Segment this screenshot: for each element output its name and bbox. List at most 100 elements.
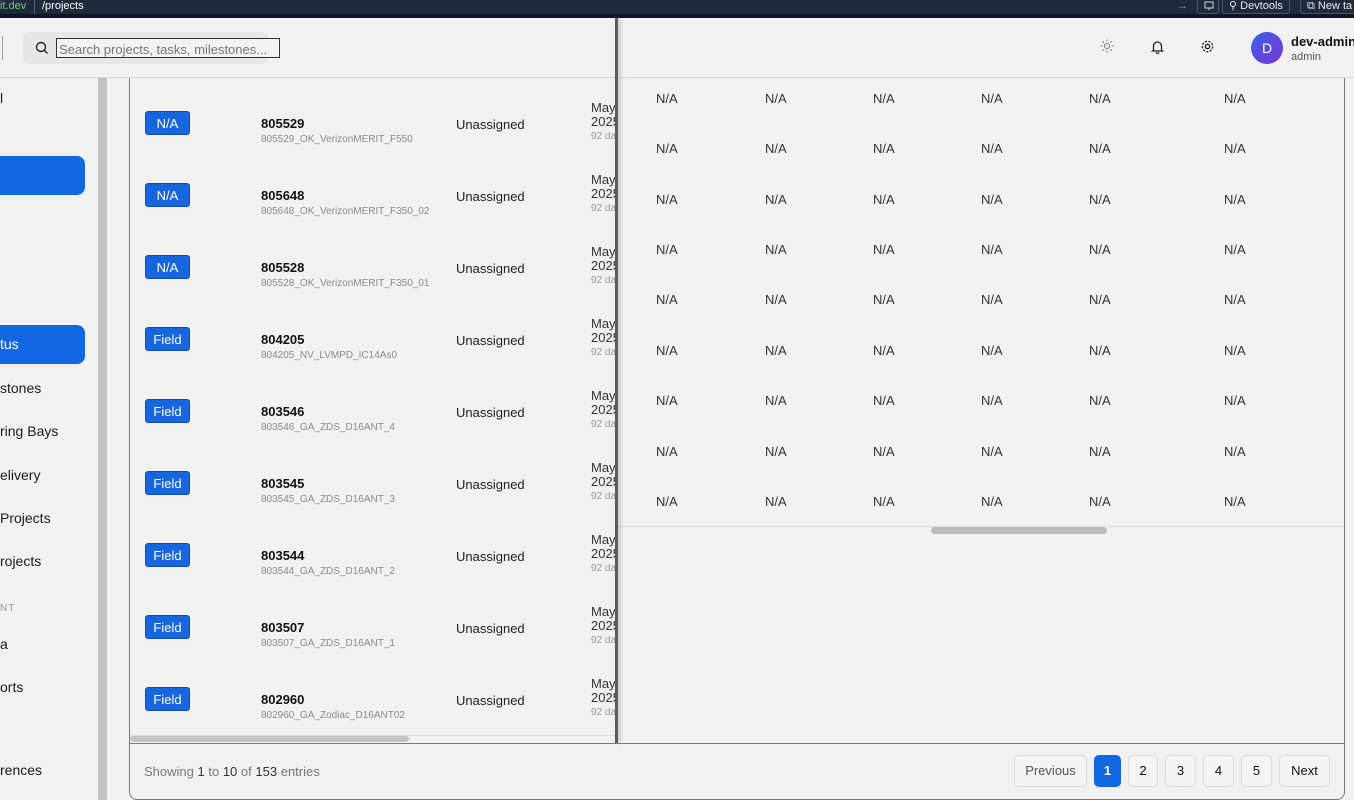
page-button-1[interactable]: 1 <box>1094 755 1121 787</box>
date-year: 2025 <box>591 474 616 489</box>
url-path[interactable]: /projects <box>42 0 84 12</box>
table-row[interactable]: Field 803544 803544_GA_ZDS_D16ANT_2 Unassig… <box>130 520 616 592</box>
sidebar-item-projects[interactable] <box>0 156 85 195</box>
table-row[interactable]: N/A 805528 805528_OK_VerizonMERIT_F350_01 U… <box>130 232 616 304</box>
table-cell: N/A <box>1224 141 1246 156</box>
status-badge[interactable]: Field <box>145 471 190 495</box>
table-cell: N/A <box>1224 343 1246 358</box>
devtools-button[interactable]: ⚲ Devtools <box>1222 0 1290 14</box>
page-button-5[interactable]: 5 <box>1241 755 1272 787</box>
screen-icon[interactable] <box>1197 0 1219 14</box>
status-badge[interactable]: Field <box>145 543 190 567</box>
page-button-4[interactable]: 4 <box>1203 755 1234 787</box>
search-box[interactable] <box>23 32 280 64</box>
assignee: Unassigned <box>456 261 525 276</box>
table-cell: N/A <box>1089 343 1111 358</box>
showing-to-word: to <box>208 764 220 779</box>
pane-splitter[interactable] <box>615 18 618 743</box>
status-badge[interactable]: N/A <box>145 255 190 279</box>
project-name: 803545_GA_ZDS_D16ANT_3 <box>261 494 395 505</box>
page-button-2[interactable]: 2 <box>1128 755 1158 787</box>
table-row[interactable]: Field 802960 802960_GA_Zodiac_D16ANT02 Unas… <box>130 664 616 736</box>
table-right-pane: N/A N/A N/A N/A N/A N/A N/A N/A N/A N/A N/A N/A N/A N… <box>618 78 1344 528</box>
table-row[interactable]: Field 803507 803507_GA_ZDS_D16ANT_1 Unassig… <box>130 592 616 664</box>
sidebar-item-milestones[interactable]: stones <box>0 380 41 396</box>
url-host[interactable]: it.dev <box>0 0 26 12</box>
date-age: 92 da <box>591 563 616 574</box>
new-tab-button[interactable]: ⧉ New ta <box>1300 0 1354 14</box>
table-cell: N/A <box>765 192 787 207</box>
sidebar-item-label: tus <box>0 336 19 352</box>
project-name: 805648_OK_VerizonMERIT_F350_02 <box>261 206 430 217</box>
avatar[interactable]: D <box>1251 32 1283 64</box>
assignee: Unassigned <box>456 693 525 708</box>
sidebar-item-preferences[interactable]: rences <box>0 762 42 778</box>
sidebar-item-delivery[interactable]: elivery <box>0 467 40 483</box>
date-year: 2025 <box>591 258 616 273</box>
table-cell: N/A <box>656 494 678 509</box>
status-badge[interactable]: N/A <box>145 111 190 135</box>
table-cell: N/A <box>873 292 895 307</box>
next-page-button[interactable]: Next <box>1279 755 1330 787</box>
table-cell: N/A <box>765 292 787 307</box>
status-badge[interactable]: Field <box>145 327 190 351</box>
app-header: D dev-admin admin <box>0 18 1354 78</box>
showing-of-word: of <box>240 764 252 779</box>
sun-icon[interactable] <box>1100 39 1116 55</box>
project-id[interactable]: 803507 <box>261 620 304 635</box>
project-id[interactable]: 805529 <box>261 116 304 131</box>
project-name: 802960_GA_Zodiac_D16ANT02 <box>261 710 405 721</box>
project-id[interactable]: 803545 <box>261 476 304 491</box>
gear-icon[interactable] <box>1200 39 1216 55</box>
project-id[interactable]: 804205 <box>261 332 304 347</box>
right-horizontal-scrollbar[interactable] <box>931 527 1107 534</box>
page-button-3[interactable]: 3 <box>1165 755 1196 787</box>
search-input[interactable] <box>56 38 280 58</box>
sidebar-item-projects-2[interactable]: Projects <box>0 510 51 526</box>
table-cell: N/A <box>656 343 678 358</box>
table-cell: N/A <box>1089 192 1111 207</box>
table-row[interactable]: N/A 805648 805648_OK_VerizonMERIT_F350_02 U… <box>130 160 616 232</box>
sidebar-item-bays[interactable]: ring Bays <box>0 423 58 439</box>
user-name[interactable]: dev-admin <box>1291 34 1354 49</box>
table-cell: N/A <box>1224 192 1246 207</box>
table-row[interactable]: N/A 805529 805529_OK_VerizonMERIT_F550 Unas… <box>130 88 616 160</box>
date-age: 92 da <box>591 635 616 646</box>
previous-page-button[interactable]: Previous <box>1014 755 1087 787</box>
table-row[interactable]: Field 803545 803545_GA_ZDS_D16ANT_3 Unassig… <box>130 448 616 520</box>
sidebar-item-projects-3[interactable]: rojects <box>0 553 41 569</box>
sidebar-item-status[interactable]: tus <box>0 325 85 364</box>
sidebar-item-reports[interactable]: orts <box>0 679 23 695</box>
date-age: 92 da <box>591 203 616 214</box>
footer-divider <box>130 743 1344 744</box>
table-cell: N/A <box>765 494 787 509</box>
showing-prefix: Showing <box>144 764 194 779</box>
date-month: May <box>591 316 616 331</box>
sidebar-item-dashboard[interactable]: l <box>0 90 3 106</box>
header-divider <box>2 36 3 60</box>
project-id[interactable]: 805528 <box>261 260 304 275</box>
sidebar: l tus stones ring Bays elivery Projects … <box>0 78 107 800</box>
status-badge[interactable]: Field <box>145 615 190 639</box>
project-id[interactable]: 803544 <box>261 548 304 563</box>
bell-icon[interactable] <box>1150 39 1166 55</box>
table-cell: N/A <box>981 242 1003 257</box>
sidebar-item-data[interactable]: a <box>0 636 8 652</box>
go-arrow-icon[interactable]: → <box>1177 0 1188 12</box>
table-cell: N/A <box>1089 444 1111 459</box>
browser-toolbar: it.dev /projects → ⚲ Devtools ⧉ New ta <box>0 0 1354 18</box>
status-badge[interactable]: Field <box>145 399 190 423</box>
table-row[interactable]: Field 803546 803546_GA_ZDS_D16ANT_4 Unassig… <box>130 376 616 448</box>
project-name: 805529_OK_VerizonMERIT_F550 <box>261 134 413 145</box>
project-id[interactable]: 803546 <box>261 404 304 419</box>
left-horizontal-scrollbar[interactable] <box>130 736 409 742</box>
project-id[interactable]: 802960 <box>261 692 304 707</box>
table-row[interactable]: Field 804205 804205_NV_LVMPD_IC14As0 Unassi… <box>130 304 616 376</box>
sidebar-scrollbar[interactable] <box>98 78 107 800</box>
date-month: May <box>591 244 616 259</box>
project-id[interactable]: 805648 <box>261 188 304 203</box>
status-badge[interactable]: Field <box>145 687 190 711</box>
status-badge[interactable]: N/A <box>145 183 190 207</box>
table-cell: N/A <box>656 192 678 207</box>
date-month: May <box>591 532 616 547</box>
